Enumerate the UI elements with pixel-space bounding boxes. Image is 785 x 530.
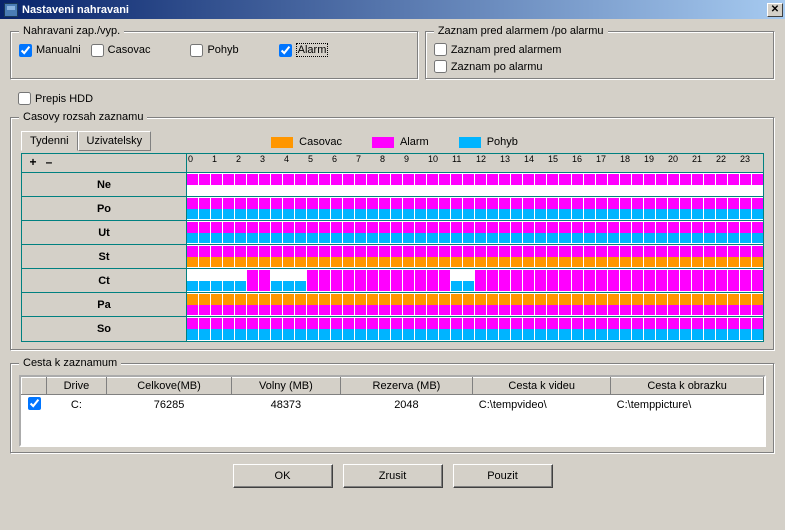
th-reserve[interactable]: Rezerva (MB)	[340, 378, 473, 395]
pre-post-alarm-group: Zaznam pred alarmem /po alarmu Zaznam pr…	[425, 25, 775, 80]
day-label: Pa	[22, 293, 187, 316]
cell-total: 76285	[106, 395, 231, 416]
close-button[interactable]: ✕	[767, 3, 783, 17]
timer-label: Casovac	[108, 44, 151, 56]
th-video[interactable]: Cesta k videu	[473, 378, 611, 395]
ok-button[interactable]: OK	[233, 464, 333, 488]
day-row[interactable]: Ne	[22, 173, 763, 197]
th-image[interactable]: Cesta k obrazku	[611, 378, 764, 395]
post-alarm-label: Zaznam po alarmu	[451, 61, 543, 73]
path-table[interactable]: Drive Celkove(MB) Volny (MB) Rezerva (MB…	[21, 377, 764, 415]
day-row[interactable]: So	[22, 317, 763, 341]
zoom-in-button[interactable]: +	[26, 156, 40, 170]
swatch-timer	[271, 137, 293, 148]
motion-label: Pohyb	[207, 44, 238, 56]
day-row[interactable]: St	[22, 245, 763, 269]
drive-checkbox[interactable]	[28, 397, 41, 410]
recording-onoff-legend: Nahravani zap./vyp.	[19, 25, 124, 37]
cell-reserve: 2048	[340, 395, 473, 416]
alarm-checkbox[interactable]: Alarm	[279, 43, 329, 57]
cancel-button[interactable]: Zrusit	[343, 464, 443, 488]
schedule-grid[interactable]: + – 012345678910111213141516171819202122…	[21, 153, 764, 342]
cell-drive: C:	[47, 395, 107, 416]
apply-button[interactable]: Pouzit	[453, 464, 553, 488]
legend-timer-label: Casovac	[299, 136, 342, 148]
legend-motion-label: Pohyb	[487, 136, 518, 148]
tab-custom[interactable]: Uzivatelsky	[78, 131, 152, 151]
zoom-out-button[interactable]: –	[42, 156, 56, 170]
motion-checkbox[interactable]: Pohyb	[190, 44, 238, 57]
path-legend: Cesta k zaznamum	[19, 357, 121, 369]
app-icon	[4, 3, 18, 17]
day-row[interactable]: Pa	[22, 293, 763, 317]
th-free[interactable]: Volny (MB)	[232, 378, 340, 395]
day-label: Ct	[22, 269, 187, 292]
titlebar: Nastaveni nahravani ✕	[0, 0, 785, 19]
overwrite-hdd-checkbox[interactable]: Prepis HDD	[18, 92, 93, 105]
overwrite-label: Prepis HDD	[35, 93, 93, 105]
cell-video: C:\tempvideo\	[473, 395, 611, 416]
legend-alarm-label: Alarm	[400, 136, 429, 148]
th-drive[interactable]: Drive	[47, 378, 107, 395]
manual-checkbox[interactable]: Manualni	[19, 44, 81, 57]
schedule-group: Casovy rozsah zaznamu Tydenni Uzivatelsk…	[10, 111, 775, 351]
table-row[interactable]: C:76285483732048C:\tempvideo\C:\temppict…	[22, 395, 764, 416]
pre-post-legend: Zaznam pred alarmem /po alarmu	[434, 25, 608, 37]
alarm-label: Alarm	[296, 43, 329, 57]
tab-weekly[interactable]: Tydenni	[21, 131, 78, 151]
day-label: So	[22, 317, 187, 341]
post-alarm-checkbox[interactable]: Zaznam po alarmu	[434, 60, 766, 73]
hour-ruler: 01234567891011121314151617181920212223	[187, 154, 763, 172]
day-label: Ut	[22, 221, 187, 244]
day-row[interactable]: Po	[22, 197, 763, 221]
recording-onoff-group: Nahravani zap./vyp. Manualni Casovac Poh…	[10, 25, 419, 80]
pre-alarm-checkbox[interactable]: Zaznam pred alarmem	[434, 43, 766, 56]
pre-alarm-label: Zaznam pred alarmem	[451, 44, 562, 56]
cell-free: 48373	[232, 395, 340, 416]
cell-image: C:\temppicture\	[611, 395, 764, 416]
th-total[interactable]: Celkove(MB)	[106, 378, 231, 395]
day-label: Po	[22, 197, 187, 220]
timer-checkbox[interactable]: Casovac	[91, 44, 151, 57]
window-title: Nastaveni nahravani	[22, 4, 767, 16]
schedule-legend: Casovy rozsah zaznamu	[19, 111, 147, 123]
swatch-alarm	[372, 137, 394, 148]
day-row[interactable]: Ct	[22, 269, 763, 293]
day-label: St	[22, 245, 187, 268]
day-label: Ne	[22, 173, 187, 196]
schedule-color-legend: Casovac Alarm Pohyb	[271, 136, 518, 148]
path-group: Cesta k zaznamum Drive Celkove(MB) Volny…	[10, 357, 775, 454]
manual-label: Manualni	[36, 44, 81, 56]
swatch-motion	[459, 137, 481, 148]
day-row[interactable]: Ut	[22, 221, 763, 245]
